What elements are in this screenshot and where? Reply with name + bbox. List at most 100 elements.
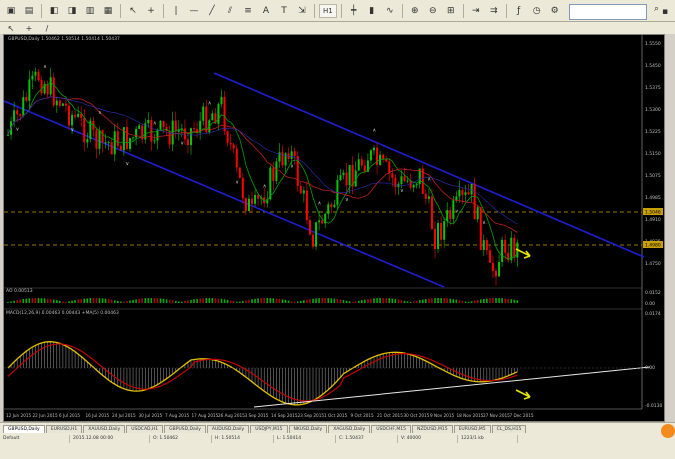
candle-body bbox=[226, 131, 229, 143]
chart-tab[interactable]: CL_DS,H15 bbox=[491, 425, 527, 433]
oscillator-bar bbox=[25, 298, 28, 303]
date-tick-label: 17 Aug 2015 bbox=[192, 413, 219, 418]
candle-body bbox=[385, 159, 388, 162]
oscillator-bar bbox=[46, 298, 49, 303]
menu-icon[interactable]: ▪ bbox=[657, 4, 673, 20]
chart-tab[interactable]: USDCHF,M15 bbox=[371, 425, 411, 433]
fractal-up-marker: ∧ bbox=[43, 64, 47, 70]
candle-body bbox=[61, 103, 64, 106]
cursor-icon[interactable]: ↖ bbox=[125, 3, 141, 19]
main-toolbar: ▣ ▤ ◧ ◨ ▥ ▦ ↖ + | — ╱ ⫽ ≡ A T ⇲ H1 ┿ ▮ ∿… bbox=[0, 0, 675, 22]
candle-body bbox=[427, 196, 430, 199]
chart-tab[interactable]: XAUUSD,Daily bbox=[83, 425, 126, 433]
price-tick-label: 1.5150 bbox=[645, 151, 661, 157]
candle-body bbox=[177, 130, 180, 132]
candle-body bbox=[424, 193, 427, 199]
oscillator-bar bbox=[199, 298, 201, 303]
oscillator-bar bbox=[187, 300, 189, 303]
candle-body bbox=[19, 114, 22, 116]
oscillator-bar bbox=[324, 298, 326, 303]
candle-body bbox=[95, 129, 98, 149]
oscillator-bar bbox=[123, 301, 125, 303]
vertical-line-icon[interactable]: | bbox=[168, 3, 184, 19]
cursor-mode-icon[interactable]: ↖ bbox=[3, 22, 19, 34]
arrows-icon[interactable]: ⇲ bbox=[294, 3, 310, 19]
chart-tab[interactable]: AUDUSD,Daily bbox=[206, 425, 250, 433]
chart-tab[interactable]: EURUSD,M5 bbox=[453, 425, 491, 433]
oscillator-bar bbox=[333, 298, 336, 303]
channel-icon[interactable]: ⫽ bbox=[222, 3, 238, 19]
candle-body bbox=[254, 195, 257, 204]
chart-tab[interactable]: XAGUSD,Daily bbox=[328, 425, 371, 433]
tile-windows-icon[interactable]: ⊞ bbox=[443, 3, 459, 19]
bar-chart-icon[interactable]: ┿ bbox=[346, 3, 362, 19]
oscillator-bar bbox=[13, 300, 15, 303]
separator bbox=[120, 3, 121, 18]
line-mode-icon[interactable]: / bbox=[39, 22, 55, 34]
timeframe-button[interactable]: H1 bbox=[319, 3, 337, 18]
chart-tab[interactable]: NZDUSD,M15 bbox=[411, 425, 453, 433]
oscillator-bar bbox=[89, 298, 92, 303]
fractal-down-marker: ∨ bbox=[180, 140, 184, 146]
candle-body bbox=[211, 113, 214, 121]
candle-body bbox=[174, 120, 177, 132]
new-chart-icon[interactable]: ▣ bbox=[3, 3, 19, 19]
autoscroll-icon[interactable]: ⇉ bbox=[486, 3, 502, 19]
candle-body bbox=[330, 204, 333, 208]
terminal-icon[interactable]: ▥ bbox=[82, 3, 98, 19]
line-chart-icon[interactable]: ∿ bbox=[382, 3, 398, 19]
macd-trendline[interactable] bbox=[253, 366, 651, 408]
templates-icon[interactable]: ⚙ bbox=[547, 3, 563, 19]
fibonacci-icon[interactable]: ≡ bbox=[240, 3, 256, 19]
oscillator-bar bbox=[412, 301, 415, 303]
chart-tab[interactable]: GBPUSD,Daily bbox=[164, 425, 206, 433]
price-chart[interactable]: ∨∧∨∧∨∧∨∧∨∧∨∧∨∧∨∧∨∧ 1.55501.54501.53751.5… bbox=[4, 35, 664, 421]
oscillator-bar bbox=[171, 300, 174, 303]
candle-body bbox=[430, 196, 433, 230]
indicators-icon[interactable]: ƒ bbox=[511, 3, 527, 19]
candle-body bbox=[98, 130, 101, 149]
arrow-marker-macd[interactable] bbox=[515, 389, 531, 400]
chart-shift-icon[interactable]: ⇥ bbox=[468, 3, 484, 19]
oscillator-bar bbox=[202, 298, 204, 303]
crosshair-icon[interactable]: + bbox=[143, 3, 159, 19]
oscillator-bar bbox=[251, 299, 253, 303]
candle-body bbox=[272, 167, 275, 181]
crosshair-mode-icon[interactable]: + bbox=[21, 22, 37, 34]
oscillator-bar bbox=[370, 298, 372, 303]
navigator-icon[interactable]: ◨ bbox=[64, 3, 80, 19]
orange-circle-button[interactable] bbox=[661, 424, 675, 438]
chart-tab[interactable]: EURUSD,H1 bbox=[45, 425, 83, 433]
date-tick-label: 23 Sep 2015 bbox=[298, 413, 325, 418]
periods-icon[interactable]: ◷ bbox=[529, 3, 545, 19]
oscillator-bar bbox=[178, 301, 180, 303]
market-watch-icon[interactable]: ◧ bbox=[46, 3, 62, 19]
label-icon[interactable]: T bbox=[276, 3, 292, 19]
search-input[interactable] bbox=[569, 4, 647, 20]
oscillator-bar bbox=[376, 298, 378, 303]
text-icon[interactable]: A bbox=[258, 3, 274, 19]
chart-tab[interactable]: NKUSD,Daily bbox=[288, 425, 328, 433]
candle-body bbox=[193, 128, 196, 130]
separator bbox=[401, 3, 403, 18]
trendline-icon[interactable]: ╱ bbox=[204, 3, 220, 19]
candle-body bbox=[373, 147, 375, 151]
candle-chart-icon[interactable]: ▮ bbox=[364, 3, 380, 19]
zoom-out-icon[interactable]: ⊖ bbox=[425, 3, 441, 19]
zoom-in-icon[interactable]: ⊕ bbox=[407, 3, 423, 19]
candle-body bbox=[257, 195, 260, 199]
chart-tab[interactable]: USDJPY,M15 bbox=[250, 425, 288, 433]
chart-tabs: GBPUSD,Daily EURUSD,H1 XAUUSD,Daily USDCAD,… bbox=[0, 422, 675, 433]
chart-tab[interactable]: USDCAD,H1 bbox=[126, 425, 164, 433]
chart-tab[interactable]: GBPUSD,Daily bbox=[3, 425, 45, 433]
strategy-tester-icon[interactable]: ▦ bbox=[100, 3, 116, 19]
oscillator-bar bbox=[242, 300, 244, 303]
profiles-icon[interactable]: ▤ bbox=[21, 3, 37, 19]
horizontal-line-icon[interactable]: — bbox=[186, 3, 202, 19]
candle-body bbox=[110, 142, 113, 155]
chart-window[interactable]: ∨ ∧ ∨ ∧ ∨ ∧ ∨ ∧ ∨ ∧ ∨ ∧ ∨ ∧ ∨ ∧ ∨ ∧ 1.5550 1.5450 1.5375 1.5… bbox=[3, 34, 665, 422]
channel-upper-line[interactable] bbox=[213, 72, 645, 258]
status-cell: H: 1.50514 bbox=[212, 435, 274, 443]
candle-body bbox=[360, 159, 363, 166]
oscillator-bar bbox=[235, 301, 238, 303]
